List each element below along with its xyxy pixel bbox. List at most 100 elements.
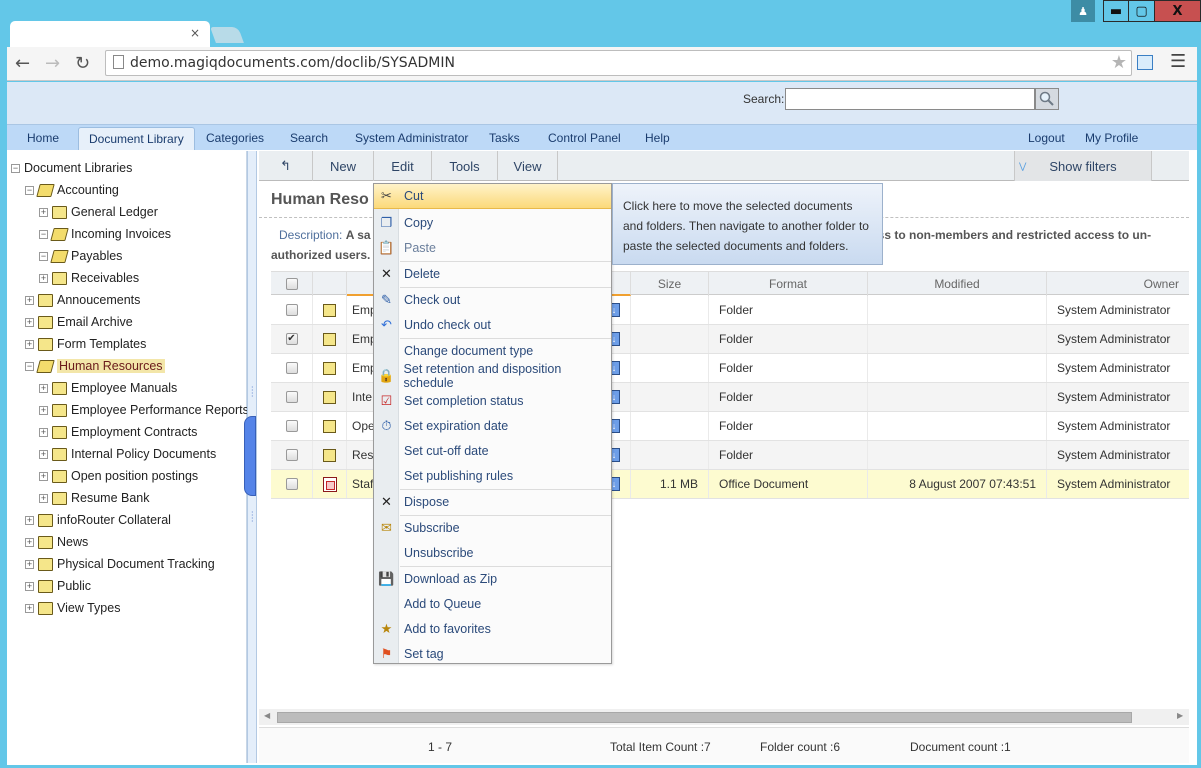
bookmark-star-icon[interactable]: ★ [1111, 52, 1127, 73]
nav-document-library[interactable]: Document Library [78, 127, 195, 150]
tree-item[interactable]: + Employee Performance Reports [39, 400, 249, 420]
tree-label[interactable]: Resume Bank [71, 491, 150, 505]
expand-icon[interactable]: + [39, 273, 48, 283]
row-checkbox[interactable] [285, 420, 298, 432]
tree-label[interactable]: infoRouter Collateral [57, 513, 171, 527]
search-input[interactable] [785, 88, 1035, 110]
menu-item-undo-check-out[interactable]: ↶ Undo check out [374, 312, 611, 337]
tree-label[interactable]: Form Templates [57, 337, 146, 351]
tree-label[interactable]: Physical Document Tracking [57, 557, 215, 571]
tree-label[interactable]: Email Archive [57, 315, 133, 329]
menu-item-dispose[interactable]: ✕ Dispose [374, 489, 611, 514]
tree-item[interactable]: + Internal Policy Documents [39, 444, 216, 464]
collapse-icon[interactable]: − [11, 163, 20, 173]
back-button[interactable]: ↰ [259, 151, 313, 181]
nav-help[interactable]: Help [645, 131, 670, 145]
tree-label[interactable]: View Types [57, 601, 120, 615]
tree-label[interactable]: Employee Performance Reports [71, 403, 249, 417]
back-arrow-icon[interactable]: ← [15, 53, 30, 74]
collapse-sidebar-handle[interactable] [244, 416, 256, 496]
tab-close-icon[interactable]: × [190, 26, 200, 40]
nav-my-profile[interactable]: My Profile [1085, 131, 1138, 145]
row-checkbox[interactable] [285, 478, 298, 490]
tree-item[interactable]: + Email Archive [25, 312, 133, 332]
collapse-icon[interactable]: − [25, 185, 34, 195]
tree-item[interactable]: + Annoucements [25, 290, 140, 310]
tree-item[interactable]: + Employee Manuals [39, 378, 177, 398]
reload-icon[interactable]: ↻ [75, 53, 90, 74]
scroll-left-icon[interactable]: ◀ [264, 711, 270, 720]
menu-item-set-publishing-rules[interactable]: Set publishing rules [374, 463, 611, 488]
nav-search[interactable]: Search [290, 131, 328, 145]
menu-item-add-to-favorites[interactable]: ★ Add to favorites [374, 616, 611, 641]
address-bar[interactable]: demo.magiqdocuments.com/doclib/SYSADMIN … [105, 50, 1132, 76]
expand-icon[interactable]: + [25, 559, 34, 569]
tools-menu[interactable]: Tools [432, 151, 498, 181]
tree-label[interactable]: Accounting [57, 183, 119, 197]
tree-label[interactable]: Open position postings [71, 469, 198, 483]
tree-label[interactable]: Receivables [71, 271, 139, 285]
tree-label[interactable]: Public [57, 579, 91, 593]
row-checkbox[interactable] [285, 391, 298, 403]
expand-icon[interactable]: + [39, 405, 48, 415]
horizontal-scrollbar[interactable]: ◀ ▶ [259, 709, 1189, 725]
tree-label[interactable]: Incoming Invoices [71, 227, 171, 241]
new-menu[interactable]: New [313, 151, 374, 181]
browser-tab[interactable]: × [10, 21, 210, 47]
forward-arrow-icon[interactable]: → [45, 53, 60, 74]
edit-menu[interactable]: Edit [374, 151, 432, 181]
item-name[interactable]: Inte [352, 390, 372, 404]
header-owner[interactable]: Owner [1047, 272, 1189, 296]
expand-icon[interactable]: + [39, 471, 48, 481]
header-modified[interactable]: Modified [868, 272, 1047, 296]
url-text[interactable]: demo.magiqdocuments.com/doclib/SYSADMIN [130, 55, 455, 71]
tree-label[interactable]: Employee Manuals [71, 381, 177, 395]
search-button[interactable] [1035, 88, 1059, 110]
select-all-checkbox[interactable] [285, 278, 298, 290]
expand-icon[interactable]: + [39, 427, 48, 437]
expand-icon[interactable]: + [39, 207, 48, 217]
tree-item[interactable]: − Payables [39, 246, 122, 266]
tree-item[interactable]: + Resume Bank [39, 488, 150, 508]
expand-icon[interactable]: + [25, 295, 34, 305]
tree-item[interactable]: + General Ledger [39, 202, 158, 222]
expand-icon[interactable]: + [25, 317, 34, 327]
collapse-icon[interactable]: − [39, 251, 48, 261]
menu-item-delete[interactable]: ✕ Delete [374, 261, 611, 286]
scrollbar-thumb[interactable] [277, 712, 1132, 723]
collapse-icon[interactable]: − [39, 229, 48, 239]
view-menu[interactable]: View [498, 151, 558, 181]
tree-item[interactable]: + News [25, 532, 88, 552]
tree-label[interactable]: General Ledger [71, 205, 158, 219]
menu-item-set-expiration-date[interactable]: ⏱ Set expiration date [374, 413, 611, 438]
menu-item-change-document-type[interactable]: Change document type [374, 338, 611, 363]
row-checkbox[interactable] [285, 362, 298, 374]
maximize-icon[interactable]: ▢ [1129, 0, 1155, 22]
row-checkbox[interactable]: ✔ [285, 333, 298, 345]
close-window-button[interactable]: X [1155, 0, 1201, 22]
menu-item-subscribe[interactable]: ✉ Subscribe [374, 515, 611, 540]
tree-item[interactable]: + Receivables [39, 268, 139, 288]
nav-system-administrator[interactable]: System Administrator [355, 131, 468, 145]
sidebar-splitter[interactable]: · · · · · · · · [244, 151, 257, 763]
menu-item-set-tag[interactable]: ⚑ Set tag [374, 641, 611, 666]
show-filters-button[interactable]: ⋁ Show filters [1014, 151, 1152, 181]
menu-item-cut[interactable]: ✂ Cut [374, 184, 611, 209]
expand-icon[interactable]: + [25, 603, 34, 613]
nav-control-panel[interactable]: Control Panel [548, 131, 621, 145]
expand-icon[interactable]: + [25, 515, 34, 525]
expand-icon[interactable]: + [25, 339, 34, 349]
tree-item[interactable]: + Physical Document Tracking [25, 554, 215, 574]
header-size[interactable]: Size [631, 272, 709, 296]
menu-item-unsubscribe[interactable]: Unsubscribe [374, 540, 611, 565]
menu-item-copy[interactable]: ❐ Copy [374, 210, 611, 235]
tree-item[interactable]: + View Types [25, 598, 120, 618]
tree-item[interactable]: + Public [25, 576, 91, 596]
tree-label[interactable]: Employment Contracts [71, 425, 197, 439]
tree-item[interactable]: − Accounting [25, 180, 119, 200]
menu-item-check-out[interactable]: ✎ Check out [374, 287, 611, 312]
tree-label[interactable]: Payables [71, 249, 122, 263]
nav-tasks[interactable]: Tasks [489, 131, 520, 145]
menu-item-add-to-queue[interactable]: Add to Queue [374, 591, 611, 616]
tree-label[interactable]: News [57, 535, 88, 549]
